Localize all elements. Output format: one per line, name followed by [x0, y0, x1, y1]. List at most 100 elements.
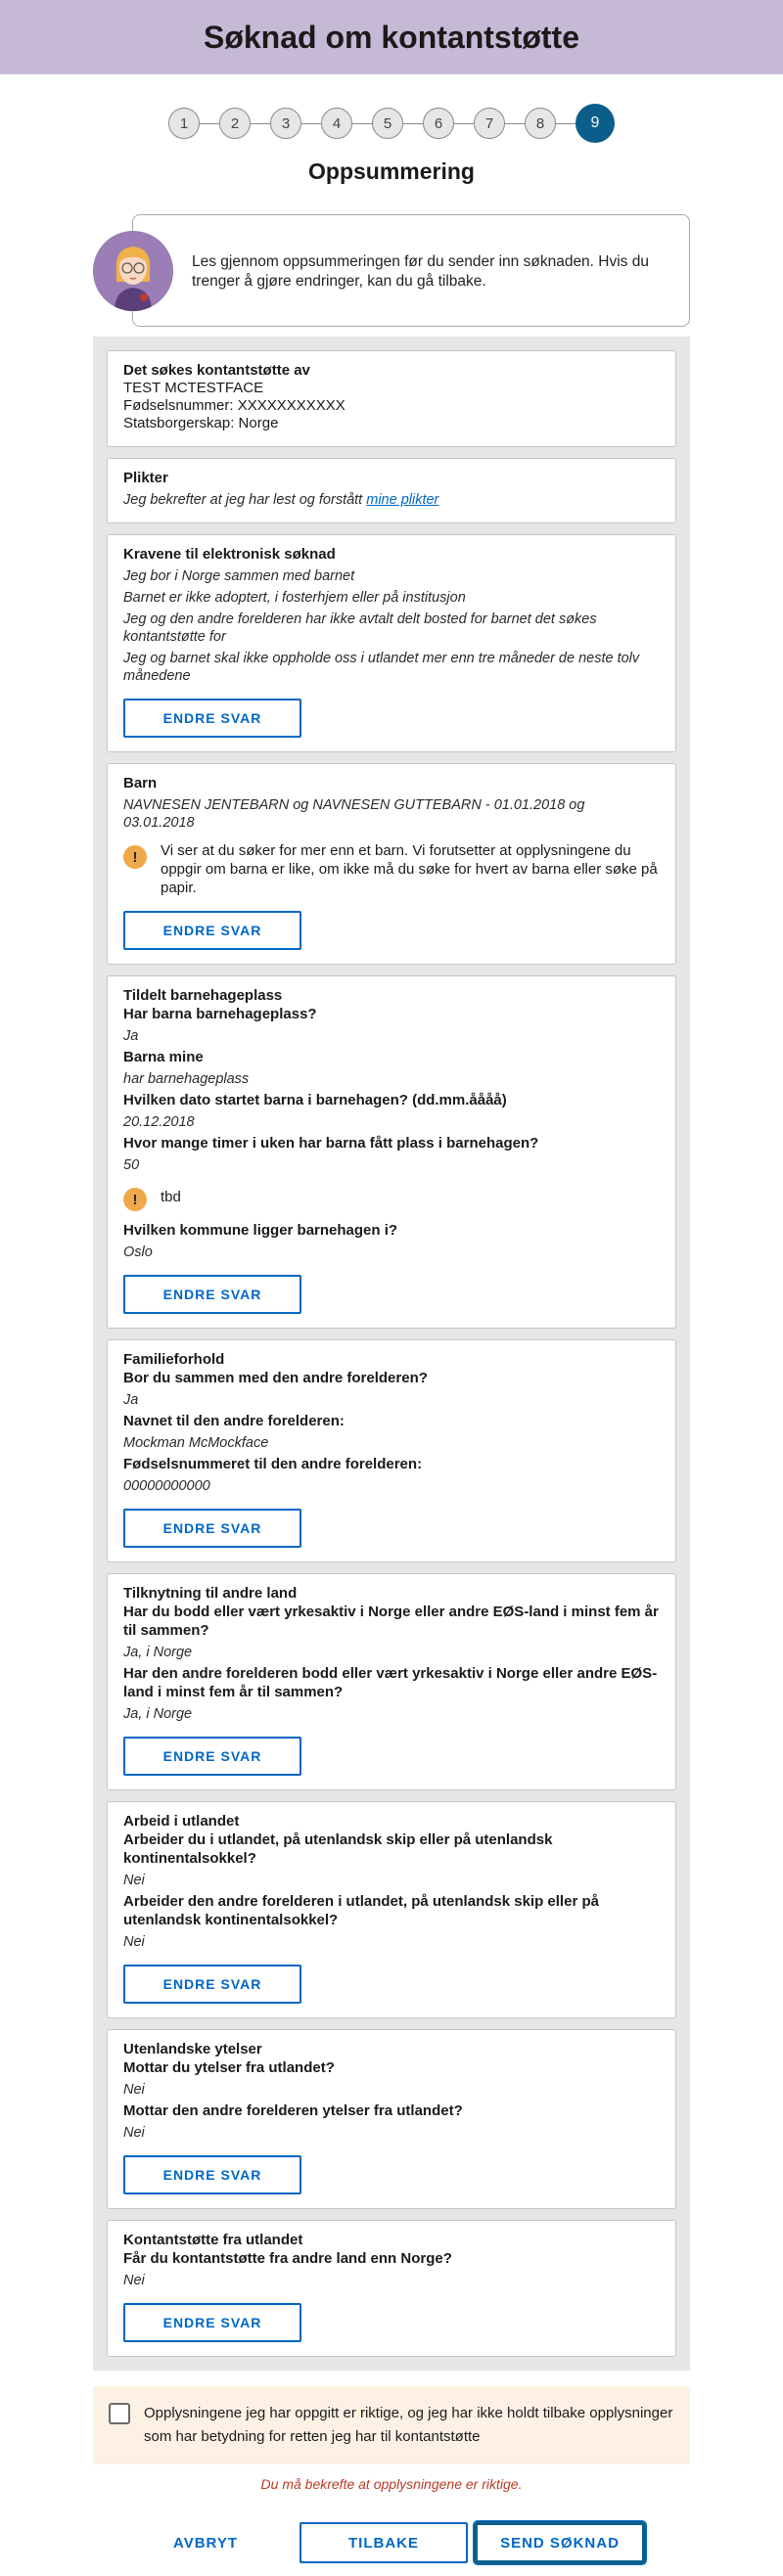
- question: Hvor mange timer i uken har barna fått p…: [123, 1135, 539, 1152]
- warning-icon: !: [123, 1188, 147, 1211]
- answer: Nei: [123, 2273, 145, 2288]
- step-connector: [403, 122, 423, 124]
- endre-svar-button[interactable]: ENDRE SVAR: [123, 1737, 301, 1776]
- step-9-active: 9: [576, 104, 615, 143]
- applicant-fnr: Fødselsnummer: XXXXXXXXXXX: [123, 397, 345, 414]
- answer: Nei: [123, 2125, 145, 2141]
- answer: Ja: [123, 1392, 139, 1408]
- speech-bubble: Les gjennom oppsummeringen før du sender…: [132, 214, 690, 327]
- step-title: Oppsummering: [308, 158, 475, 184]
- question: Mottar den andre forelderen ytelser fra …: [123, 2102, 463, 2119]
- page-header: Søknad om kontantstøtte: [0, 0, 783, 74]
- answer: 00000000000: [123, 1478, 210, 1494]
- step-indicator: 1 2 3 4 5 6 7 8 9: [0, 104, 783, 143]
- confirm-checkbox[interactable]: [109, 2403, 130, 2424]
- answer: 50: [123, 1157, 140, 1173]
- card-arbeid: Arbeid i utlandet Arbeider du i utlandet…: [107, 1801, 676, 2018]
- cancel-button[interactable]: AVBRYT: [137, 2522, 274, 2563]
- warning-icon: !: [123, 845, 147, 869]
- step-1: 1: [168, 108, 200, 139]
- answer: Ja, i Norge: [123, 1706, 193, 1722]
- card-krav: Kravene til elektronisk søknad Jeg bor i…: [107, 534, 676, 752]
- confirm-error-message: Du må bekrefte at opplysningene er rikti…: [260, 2476, 523, 2492]
- step-6: 6: [423, 108, 454, 139]
- step-3: 3: [270, 108, 301, 139]
- card-title: Kontantstøtte fra utlandet: [123, 2232, 303, 2248]
- veileder-avatar-icon: [93, 231, 173, 311]
- krav-item: Jeg bor i Norge sammen med barnet: [123, 568, 355, 584]
- applicant-name: TEST MCTESTFACE: [123, 380, 264, 396]
- answer: 20.12.2018: [123, 1114, 195, 1130]
- answer: Nei: [123, 2082, 145, 2098]
- step-connector: [200, 122, 219, 124]
- answer: Mockman McMockface: [123, 1435, 269, 1451]
- question: Arbeider den andre forelderen i utlandet…: [123, 1893, 599, 1928]
- back-button[interactable]: TILBAKE: [299, 2522, 468, 2563]
- question: Bor du sammen med den andre forelderen?: [123, 1370, 428, 1386]
- card-title: Utenlandske ytelser: [123, 2041, 262, 2057]
- card-tilknytning: Tilknytning til andre land Har du bodd e…: [107, 1573, 676, 1790]
- endre-svar-button[interactable]: ENDRE SVAR: [123, 911, 301, 950]
- step-connector: [251, 122, 270, 124]
- step-connector: [505, 122, 525, 124]
- card-title: Arbeid i utlandet: [123, 1813, 240, 1830]
- endre-svar-button[interactable]: ENDRE SVAR: [123, 1509, 301, 1548]
- question: Mottar du ytelser fra utlandet?: [123, 2059, 335, 2076]
- question: Har barna barnehageplass?: [123, 1006, 317, 1022]
- card-title: Barn: [123, 775, 158, 791]
- krav-item: Jeg og den andre forelderen har ikke avt…: [123, 611, 597, 645]
- intro-text: Les gjennom oppsummeringen før du sender…: [192, 253, 649, 290]
- step-connector: [556, 122, 576, 124]
- card-soker: Det søkes kontantstøtte av TEST MCTESTFA…: [107, 350, 676, 447]
- endre-svar-button[interactable]: ENDRE SVAR: [123, 1965, 301, 2004]
- endre-svar-button[interactable]: ENDRE SVAR: [123, 1275, 301, 1314]
- answer: Ja, i Norge: [123, 1645, 193, 1660]
- card-kontantstotte-utland: Kontantstøtte fra utlandet Får du kontan…: [107, 2220, 676, 2357]
- step-5: 5: [372, 108, 403, 139]
- answer: Oslo: [123, 1244, 153, 1260]
- mine-plikter-link[interactable]: mine plikter: [366, 492, 438, 508]
- step-connector: [352, 122, 372, 124]
- question: Har den andre forelderen bodd eller vært…: [123, 1665, 658, 1700]
- card-barnehage: Tildelt barnehageplass Har barna barneha…: [107, 975, 676, 1329]
- answer: Nei: [123, 1934, 145, 1950]
- answer: har barnehageplass: [123, 1071, 250, 1087]
- submit-button[interactable]: SEND SØKNAD: [473, 2520, 647, 2565]
- card-plikter: Plikter Jeg bekrefter at jeg har lest og…: [107, 458, 676, 523]
- intro-message: Les gjennom oppsummeringen før du sender…: [93, 214, 690, 327]
- plikter-text: Jeg bekrefter at jeg har lest og forståt…: [123, 492, 363, 508]
- question: Barna mine: [123, 1049, 204, 1065]
- confirm-label[interactable]: Opplysningene jeg har oppgitt er riktige…: [144, 2402, 674, 2449]
- krav-item: Jeg og barnet skal ikke oppholde oss i u…: [123, 651, 640, 684]
- endre-svar-button[interactable]: ENDRE SVAR: [123, 2303, 301, 2342]
- question: Arbeider du i utlandet, på utenlandsk sk…: [123, 1831, 553, 1867]
- question: Hvilken kommune ligger barnehagen i?: [123, 1222, 398, 1239]
- plikter-answer: Jeg bekrefter at jeg har lest og forståt…: [123, 491, 660, 509]
- card-title: Det søkes kontantstøtte av: [123, 362, 310, 379]
- card-title: Familieforhold: [123, 1351, 225, 1368]
- question: Har du bodd eller vært yrkesaktiv i Norg…: [123, 1604, 659, 1639]
- question: Fødselsnummeret til den andre forelderen…: [123, 1456, 423, 1472]
- confirm-panel: Opplysningene jeg har oppgitt er riktige…: [93, 2386, 690, 2464]
- card-title: Tilknytning til andre land: [123, 1585, 298, 1602]
- question: Får du kontantstøtte fra andre land enn …: [123, 2250, 452, 2267]
- warning-text: Vi ser at du søker for mer enn et barn. …: [161, 842, 658, 896]
- step-connector: [454, 122, 474, 124]
- warning-alert: ! tbd: [123, 1184, 660, 1211]
- barn-answer: NAVNESEN JENTEBARN og NAVNESEN GUTTEBARN…: [123, 797, 585, 831]
- step-4: 4: [321, 108, 352, 139]
- warning-alert: ! Vi ser at du søker for mer enn et barn…: [123, 841, 660, 897]
- step-connector: [301, 122, 321, 124]
- summary-panel: Det søkes kontantstøtte av TEST MCTESTFA…: [93, 337, 690, 2371]
- card-title: Kravene til elektronisk søknad: [123, 546, 336, 563]
- action-bar: AVBRYT TILBAKE SEND SØKNAD: [0, 2520, 783, 2565]
- endre-svar-button[interactable]: ENDRE SVAR: [123, 2155, 301, 2194]
- page-title: Søknad om kontantstøtte: [203, 19, 579, 55]
- question: Navnet til den andre forelderen:: [123, 1413, 345, 1429]
- step-7: 7: [474, 108, 505, 139]
- step-2: 2: [219, 108, 251, 139]
- answer: Ja: [123, 1028, 139, 1044]
- endre-svar-button[interactable]: ENDRE SVAR: [123, 699, 301, 738]
- card-title: Tildelt barnehageplass: [123, 987, 283, 1004]
- card-familie: Familieforhold Bor du sammen med den and…: [107, 1339, 676, 1562]
